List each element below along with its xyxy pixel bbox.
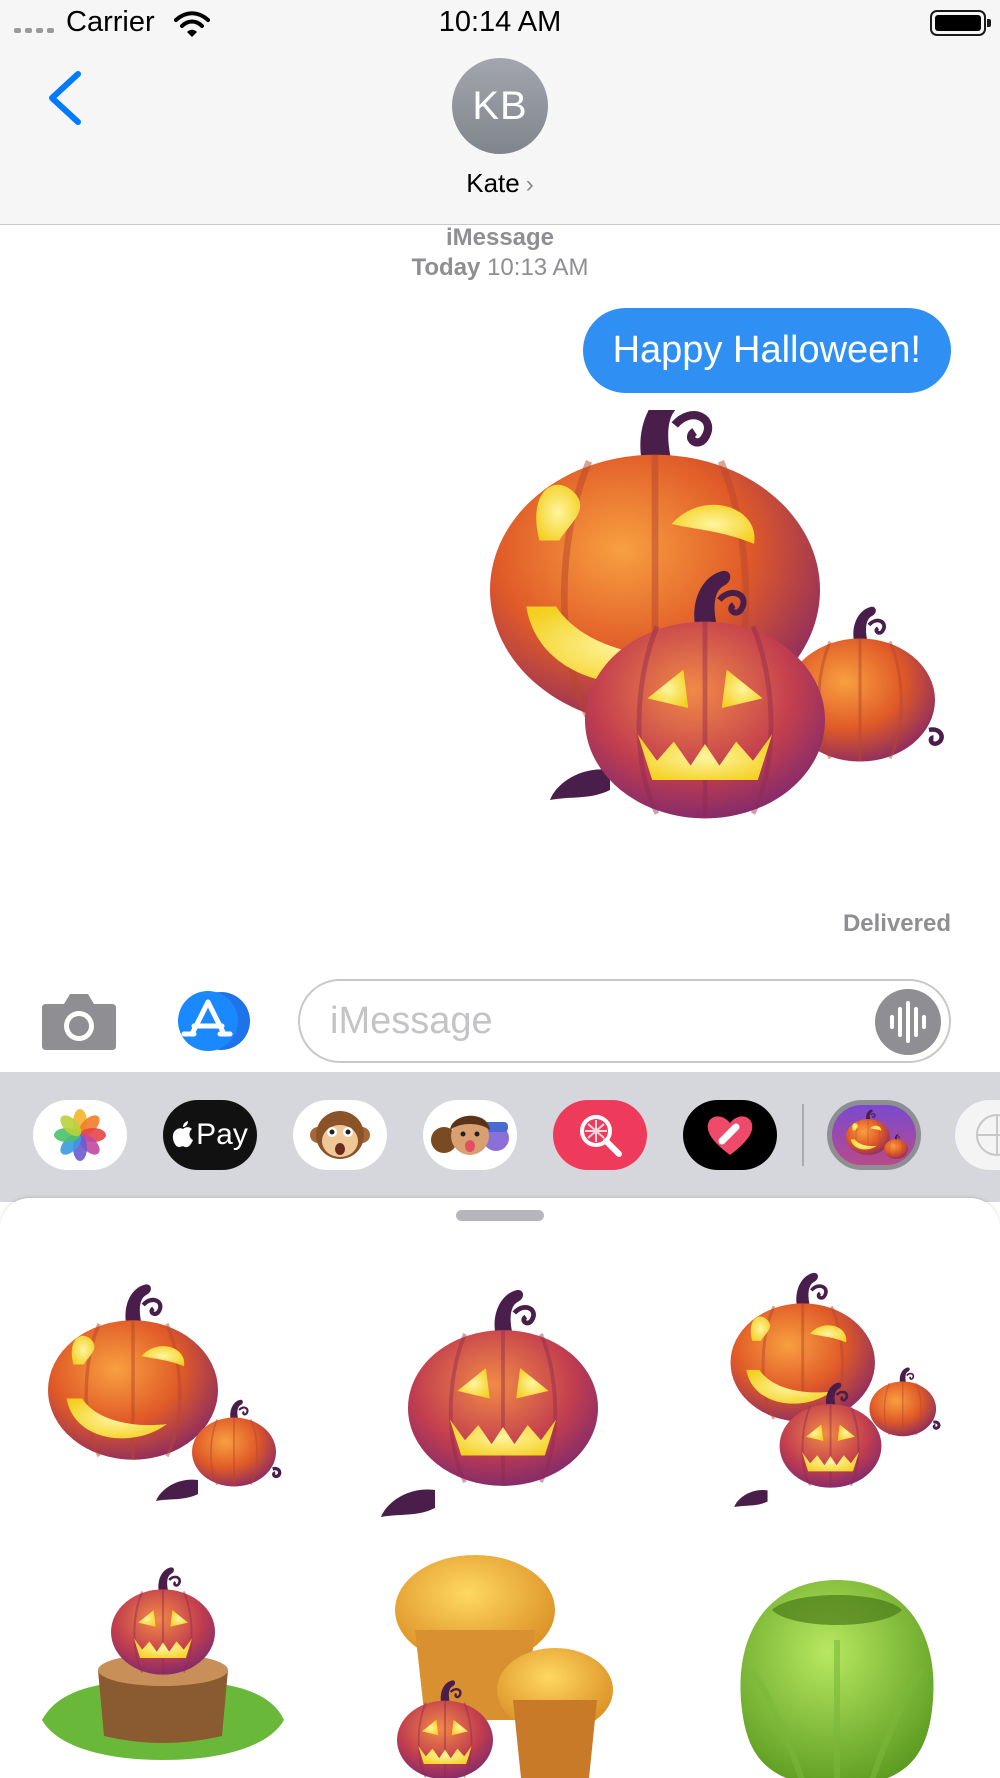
app-image-search[interactable]	[553, 1100, 647, 1170]
status-bar: Carrier 10:14 AM	[0, 0, 1000, 48]
message-input[interactable]	[330, 981, 870, 1061]
apple-logo-icon	[172, 1121, 194, 1148]
sent-pumpkin-sticker[interactable]	[480, 410, 960, 890]
app-digital-touch[interactable]	[683, 1100, 777, 1170]
sticker-panel	[0, 1198, 1000, 1778]
image-search-icon	[580, 1115, 622, 1157]
digital-touch-icon	[707, 1116, 753, 1155]
app-partial[interactable]	[955, 1100, 1000, 1170]
contact-avatar[interactable]: KB	[452, 58, 548, 154]
conversation-header: Carrier 10:14 AM KB Kate ›	[0, 0, 1000, 225]
photos-icon	[54, 1109, 106, 1161]
jack-o-lantern-sticker[interactable]	[375, 1280, 625, 1530]
pumpkin-sticker-icon	[845, 1109, 909, 1160]
status-time: 10:14 AM	[438, 6, 562, 38]
timestamp-time: 10:13 AM	[487, 254, 589, 281]
service-label: iMessage	[445, 224, 555, 251]
app-animoji[interactable]	[293, 1100, 387, 1170]
muffins-pumpkin-sticker[interactable]	[375, 1550, 625, 1778]
camera-icon[interactable]	[40, 990, 118, 1052]
panel-grabber[interactable]	[456, 1210, 544, 1221]
app-drawer-divider	[802, 1104, 804, 1166]
apple-pay-label: Pay	[196, 1118, 248, 1151]
battery-icon	[930, 10, 991, 36]
sent-message-bubble[interactable]: Happy Halloween!	[582, 308, 951, 393]
message-timestamp: Today 10:13 AM	[0, 254, 1000, 282]
app-apple-pay[interactable]: Pay	[163, 1100, 257, 1170]
pumpkin-group-sticker[interactable]	[712, 1270, 962, 1520]
contact-name-row[interactable]: Kate ›	[0, 168, 1000, 199]
pumpkin-pair-sticker[interactable]	[38, 1280, 288, 1530]
delivered-status: Delivered	[842, 910, 951, 937]
app-photos[interactable]	[33, 1100, 127, 1170]
pumpkin-on-stump-sticker[interactable]	[38, 1550, 288, 1778]
chevron-right-icon: ›	[525, 171, 534, 198]
partial-app-icon	[976, 1114, 1000, 1156]
memoji-icon	[431, 1115, 509, 1155]
app-halloween-stickers[interactable]	[827, 1100, 921, 1170]
monkey-animoji-icon	[310, 1111, 370, 1159]
contact-name: Kate	[466, 168, 520, 198]
timestamp-day: Today	[411, 254, 481, 281]
back-chevron-icon[interactable]	[44, 70, 84, 126]
app-store-icon[interactable]	[170, 990, 256, 1052]
waveform-icon	[890, 1001, 926, 1043]
message-input-field[interactable]	[298, 979, 951, 1063]
app-memoji[interactable]	[423, 1100, 517, 1170]
green-jelly-sticker[interactable]	[712, 1550, 962, 1778]
imessage-app-drawer: Pay	[0, 1072, 1000, 1202]
audio-message-button[interactable]	[875, 989, 941, 1055]
